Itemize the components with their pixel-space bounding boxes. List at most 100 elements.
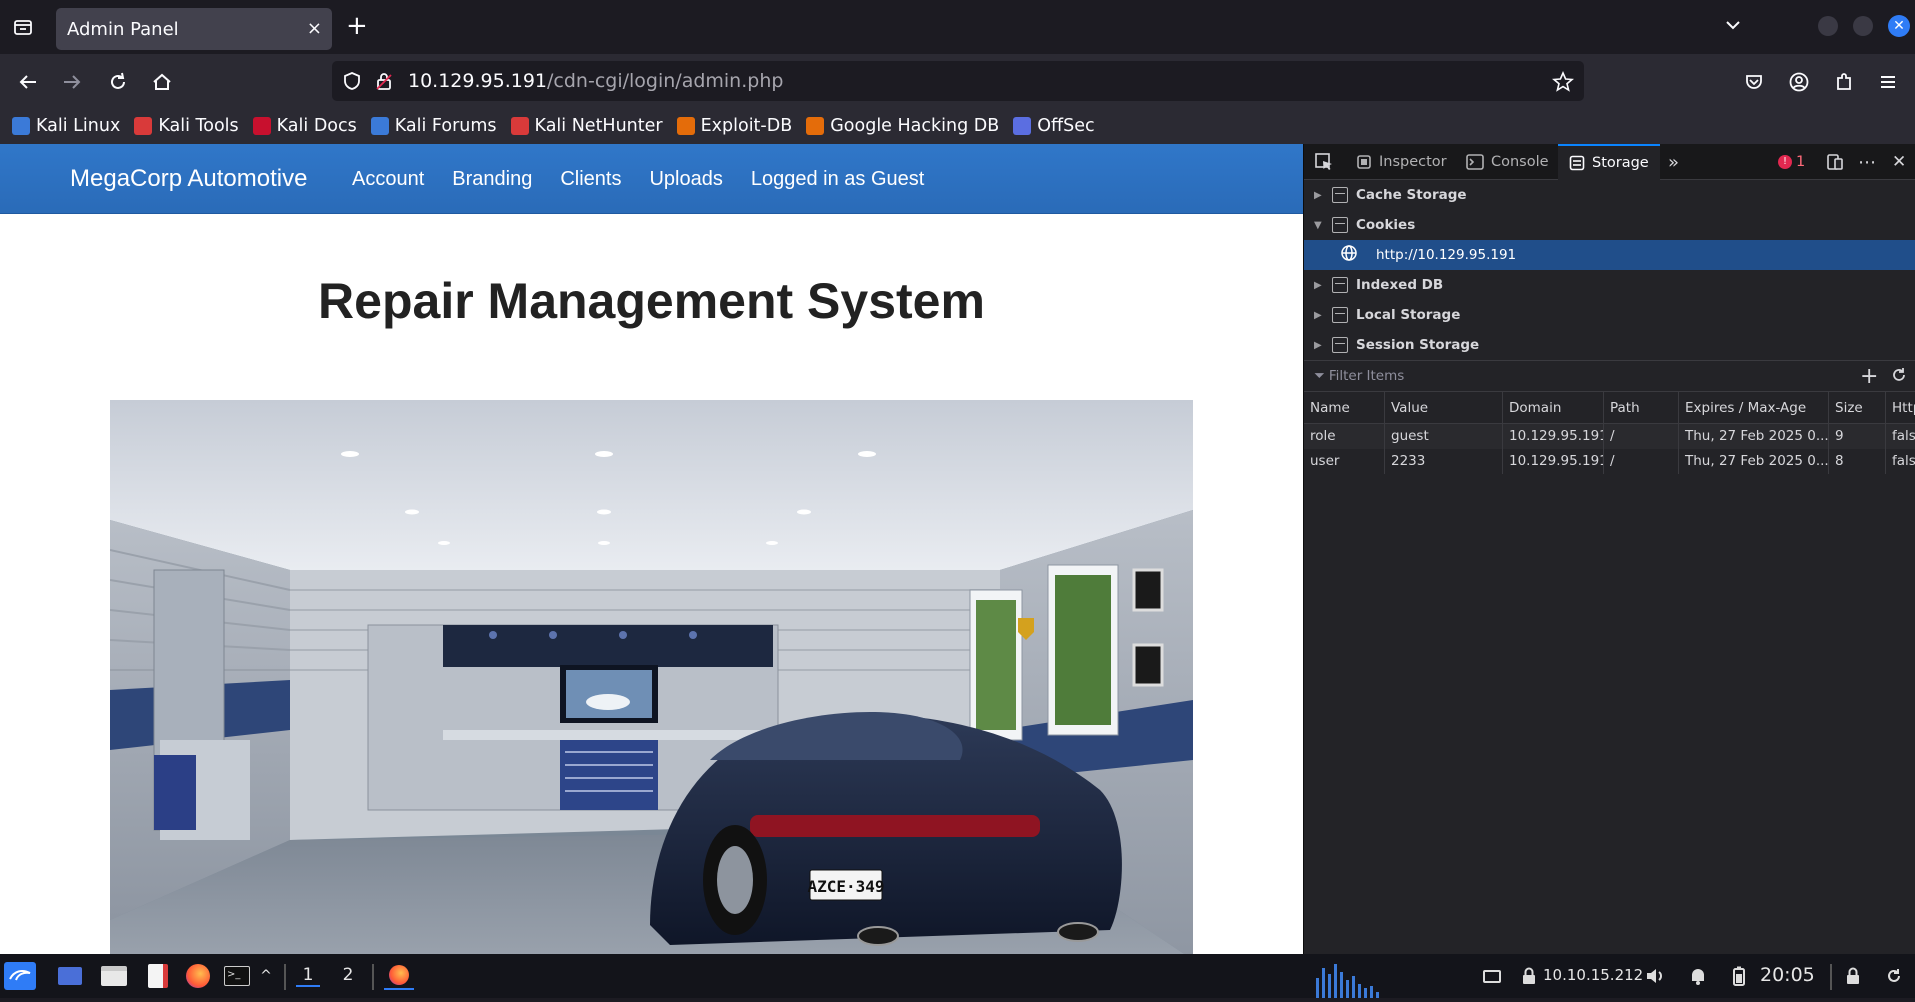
desktop-icon[interactable] bbox=[56, 962, 84, 990]
cell-domain[interactable]: 10.129.95.191 bbox=[1503, 449, 1604, 474]
expand-arrow-icon[interactable]: ▶ bbox=[1314, 310, 1324, 321]
responsive-design-icon[interactable] bbox=[1826, 144, 1844, 180]
bookmark-item[interactable]: Kali Linux bbox=[12, 116, 120, 136]
tab-inspector[interactable]: Inspector bbox=[1356, 144, 1447, 180]
cell-size[interactable]: 9 bbox=[1829, 424, 1886, 449]
column-header-expires[interactable]: Expires / Max-Age bbox=[1679, 392, 1829, 423]
kali-menu-icon[interactable] bbox=[4, 962, 36, 990]
account-icon[interactable] bbox=[1785, 68, 1813, 96]
tree-item-local-storage[interactable]: ▶ Local Storage bbox=[1304, 300, 1915, 330]
table-row[interactable]: user 2233 10.129.95.191 / Thu, 27 Feb 20… bbox=[1304, 449, 1915, 474]
lock-screen-icon[interactable] bbox=[1842, 962, 1864, 990]
shield-icon[interactable] bbox=[342, 71, 362, 95]
cell-name[interactable]: role bbox=[1304, 424, 1385, 449]
lock-insecure-icon[interactable] bbox=[374, 71, 394, 95]
cell-expires[interactable]: Thu, 27 Feb 2025 0... bbox=[1679, 449, 1829, 474]
bookmark-item[interactable]: Exploit-DB bbox=[676, 116, 792, 136]
power-refresh-icon[interactable] bbox=[1882, 962, 1906, 990]
devtools-close-icon[interactable]: ✕ bbox=[1892, 144, 1906, 180]
workspace-2[interactable]: 2 bbox=[336, 965, 360, 985]
nav-link-clients[interactable]: Clients bbox=[560, 168, 621, 191]
nav-link-logged-in-user[interactable]: Logged in as Guest bbox=[751, 168, 924, 191]
cell-name[interactable]: user bbox=[1304, 449, 1385, 474]
column-header-httponly[interactable]: Http bbox=[1886, 392, 1915, 423]
tree-item-cookie-host[interactable]: http://10.129.95.191 bbox=[1304, 240, 1915, 270]
firefox-launcher-icon[interactable] bbox=[184, 962, 212, 990]
tab-console[interactable]: Console bbox=[1466, 144, 1549, 180]
hamburger-menu-icon[interactable] bbox=[1874, 68, 1902, 96]
nav-link-branding[interactable]: Branding bbox=[452, 168, 532, 191]
display-icon[interactable] bbox=[1480, 962, 1504, 990]
home-icon[interactable] bbox=[148, 68, 176, 96]
storage-db-icon bbox=[1332, 337, 1348, 353]
column-header-value[interactable]: Value bbox=[1385, 392, 1503, 423]
cell-httponly[interactable]: false bbox=[1886, 424, 1915, 449]
bookmark-item[interactable]: Kali Tools bbox=[134, 116, 239, 136]
file-manager-icon[interactable] bbox=[100, 962, 128, 990]
table-row[interactable]: role guest 10.129.95.191 / Thu, 27 Feb 2… bbox=[1304, 424, 1915, 449]
bookmark-item[interactable]: OffSec bbox=[1013, 116, 1095, 136]
more-tabs-chevron-icon[interactable]: » bbox=[1668, 144, 1679, 180]
cell-expires[interactable]: Thu, 27 Feb 2025 0... bbox=[1679, 424, 1829, 449]
element-picker-icon[interactable] bbox=[1314, 144, 1334, 180]
column-header-path[interactable]: Path bbox=[1604, 392, 1679, 423]
refresh-icon[interactable] bbox=[1890, 366, 1908, 388]
cell-value[interactable]: guest bbox=[1385, 424, 1503, 449]
new-tab-button[interactable]: + bbox=[346, 12, 368, 40]
firefox-window-button[interactable] bbox=[384, 962, 414, 990]
collapse-arrow-icon[interactable]: ▼ bbox=[1314, 220, 1324, 231]
extensions-icon[interactable] bbox=[1830, 68, 1858, 96]
tab-storage[interactable]: Storage bbox=[1558, 144, 1660, 180]
battery-icon[interactable] bbox=[1728, 962, 1750, 990]
url-host: 10.129.95.191 bbox=[408, 70, 548, 92]
minimize-button[interactable] bbox=[1818, 16, 1838, 36]
workspace-1[interactable]: 1 bbox=[296, 965, 320, 987]
forward-arrow-icon[interactable] bbox=[58, 68, 86, 96]
text-editor-icon[interactable] bbox=[144, 962, 172, 990]
chevron-up-icon[interactable]: ^ bbox=[258, 962, 274, 990]
cell-size[interactable]: 8 bbox=[1829, 449, 1886, 474]
nav-link-account[interactable]: Account bbox=[352, 168, 424, 191]
url-bar[interactable]: 10.129.95.191/cdn-cgi/login/admin.php bbox=[332, 61, 1584, 101]
cell-httponly[interactable]: false bbox=[1886, 449, 1915, 474]
window-close-button[interactable]: ✕ bbox=[1888, 15, 1910, 37]
tree-item-indexed-db[interactable]: ▶ Indexed DB bbox=[1304, 270, 1915, 300]
terminal-icon[interactable]: >_ bbox=[222, 962, 252, 990]
nav-link-uploads[interactable]: Uploads bbox=[649, 168, 722, 191]
site-brand[interactable]: MegaCorp Automotive bbox=[70, 165, 307, 193]
chevron-down-icon[interactable] bbox=[1722, 14, 1744, 40]
maximize-button[interactable] bbox=[1853, 16, 1873, 36]
cell-domain[interactable]: 10.129.95.191 bbox=[1503, 424, 1604, 449]
browser-tab-admin-panel[interactable]: Admin Panel × bbox=[56, 8, 332, 50]
cell-path[interactable]: / bbox=[1604, 449, 1679, 474]
back-arrow-icon[interactable] bbox=[14, 68, 42, 96]
column-header-size[interactable]: Size bbox=[1829, 392, 1886, 423]
filter-input[interactable]: ⏷ Filter Items bbox=[1314, 368, 1404, 384]
devtools-menu-icon[interactable]: ⋯ bbox=[1858, 144, 1876, 180]
tree-item-cache-storage[interactable]: ▶ Cache Storage bbox=[1304, 180, 1915, 210]
pocket-icon[interactable] bbox=[1740, 68, 1768, 96]
cell-value[interactable]: 2233 bbox=[1385, 449, 1503, 474]
bookmark-item[interactable]: Google Hacking DB bbox=[806, 116, 999, 136]
expand-arrow-icon[interactable]: ▶ bbox=[1314, 190, 1324, 201]
add-item-icon[interactable]: + bbox=[1860, 364, 1878, 389]
error-count-badge[interactable]: ! 1 bbox=[1778, 144, 1805, 180]
url-text[interactable]: 10.129.95.191/cdn-cgi/login/admin.php bbox=[408, 70, 783, 92]
column-header-name[interactable]: Name bbox=[1304, 392, 1385, 423]
reload-icon[interactable] bbox=[104, 68, 132, 96]
notification-bell-icon[interactable] bbox=[1686, 962, 1710, 990]
expand-arrow-icon[interactable]: ▶ bbox=[1314, 340, 1324, 351]
tab-list-icon[interactable] bbox=[10, 14, 36, 40]
tab-close-icon[interactable]: × bbox=[307, 18, 322, 39]
expand-arrow-icon[interactable]: ▶ bbox=[1314, 280, 1324, 291]
bookmark-item[interactable]: Kali Docs bbox=[252, 116, 357, 136]
volume-icon[interactable] bbox=[1644, 962, 1668, 990]
bookmark-item[interactable]: Kali Forums bbox=[370, 116, 497, 136]
cell-path[interactable]: / bbox=[1604, 424, 1679, 449]
vpn-lock-icon[interactable] bbox=[1518, 962, 1540, 990]
tree-item-cookies[interactable]: ▼ Cookies bbox=[1304, 210, 1915, 240]
column-header-domain[interactable]: Domain bbox=[1503, 392, 1604, 423]
tree-item-session-storage[interactable]: ▶ Session Storage bbox=[1304, 330, 1915, 360]
bookmark-item[interactable]: Kali NetHunter bbox=[510, 116, 663, 136]
bookmark-star-icon[interactable] bbox=[1551, 70, 1575, 97]
